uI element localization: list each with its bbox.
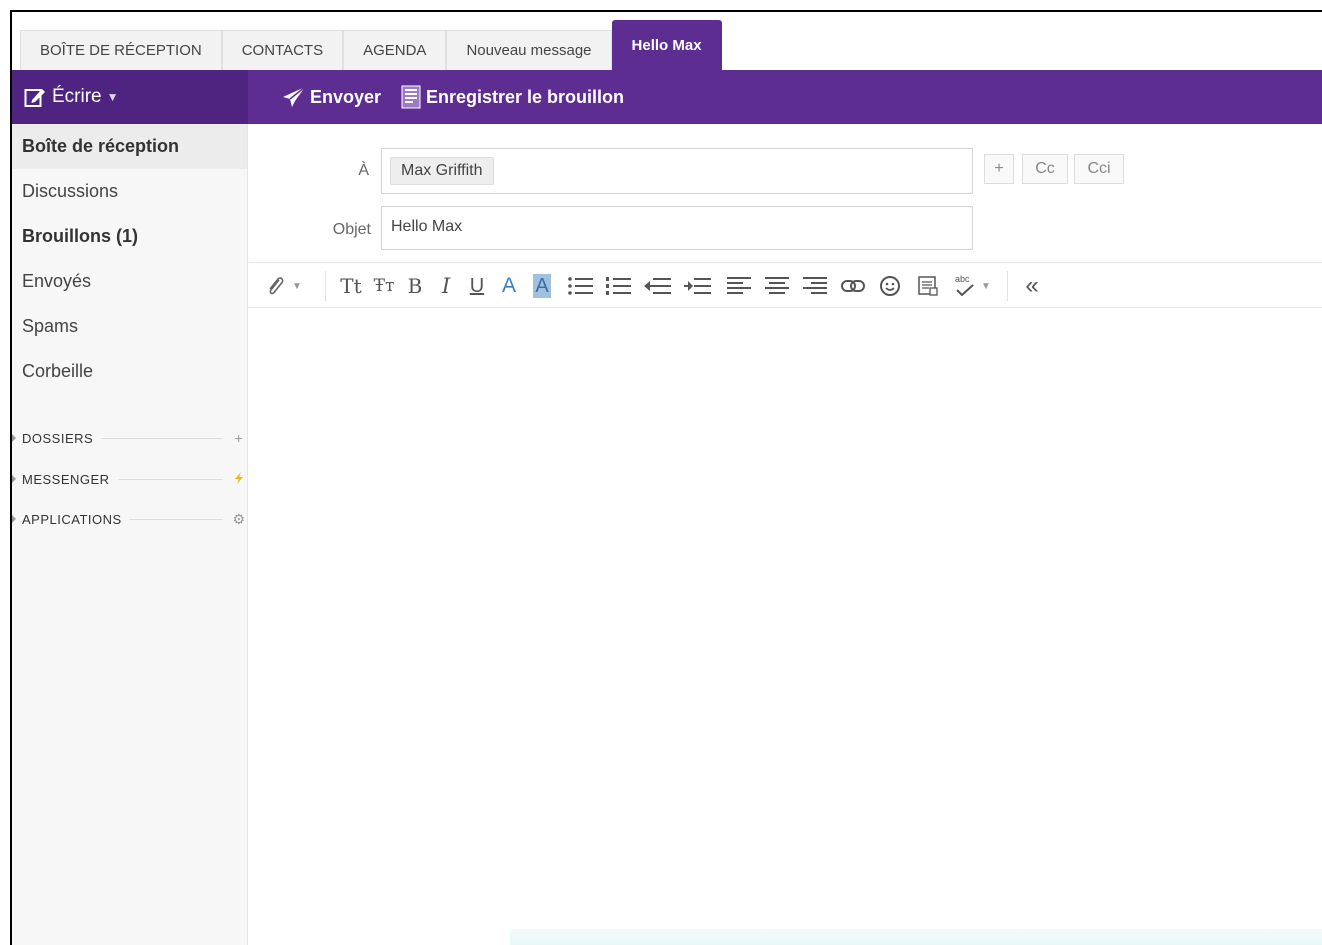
bullet-list-icon[interactable] — [565, 263, 597, 309]
spellcheck-glyph: abc — [955, 274, 970, 284]
action-toolbar: Écrire ▼ Envoyer Enregistrer le brouillo… — [12, 70, 1322, 124]
section-applications[interactable]: APPLICATIONS ⚙ — [12, 509, 248, 529]
send-button[interactable]: Envoyer — [282, 70, 381, 124]
font-family-icon[interactable]: Ŧт — [371, 263, 397, 309]
sidebar-item-spam[interactable]: Spams — [12, 304, 247, 349]
section-applications-label: APPLICATIONS — [22, 511, 122, 527]
section-folders-label: DOSSIERS — [22, 430, 94, 446]
emoji-icon[interactable] — [875, 263, 905, 309]
compose-icon — [24, 89, 45, 107]
spellcheck-icon[interactable]: abc ▼ — [949, 263, 995, 309]
indent-icon[interactable] — [681, 263, 715, 309]
recipient-name: Max Griffith — [401, 162, 483, 179]
add-recipient-button[interactable]: + — [984, 154, 1014, 184]
plus-icon[interactable]: + — [230, 430, 248, 446]
sidebar-item-discussions[interactable]: Discussions — [12, 169, 247, 214]
compose-label: Écrire — [52, 86, 102, 107]
insert-image-icon[interactable] — [913, 263, 943, 309]
subject-field[interactable]: Hello Max — [381, 206, 973, 250]
compose-button[interactable]: Écrire ▼ — [12, 70, 248, 124]
outdent-icon[interactable] — [641, 263, 675, 309]
section-messenger[interactable]: MESSENGER — [12, 469, 248, 489]
mail-app: BOÎTE DE RÉCEPTION CONTACTS AGENDA Nouve… — [10, 10, 1322, 945]
align-center-icon[interactable] — [761, 263, 793, 309]
highlight-color-icon[interactable]: A — [529, 263, 555, 309]
bottom-edge — [510, 929, 1322, 945]
recipient-chip[interactable]: Max Griffith — [390, 157, 494, 185]
collapse-toolbar-icon[interactable]: « — [1017, 263, 1047, 309]
expand-arrow-icon — [12, 515, 16, 523]
compose-pane: À Max Griffith + Cc Cci Objet Hello Max … — [249, 124, 1322, 945]
subject-label: Objet — [332, 221, 371, 238]
send-label: Envoyer — [310, 86, 382, 107]
sidebar-item-drafts[interactable]: Brouillons (1) — [12, 214, 247, 259]
font-size-icon[interactable]: Tt — [337, 263, 365, 309]
tab-agenda[interactable]: AGENDA — [343, 30, 447, 70]
chevron-down-icon: ▼ — [292, 280, 302, 292]
subject-value: Hello Max — [391, 218, 463, 235]
expand-arrow-icon — [12, 475, 16, 483]
attach-icon — [269, 277, 284, 295]
save-draft-icon — [401, 85, 421, 109]
tab-contacts[interactable]: CONTACTS — [221, 30, 344, 70]
chevron-down-icon: ▼ — [981, 280, 991, 292]
lightning-icon[interactable] — [230, 471, 248, 488]
send-icon — [283, 86, 306, 107]
sidebar-item-trash[interactable]: Corbeille — [12, 349, 247, 394]
to-field[interactable]: Max Griffith — [381, 148, 973, 194]
section-folders[interactable]: DOSSIERS + — [12, 428, 248, 448]
align-right-icon[interactable] — [799, 263, 831, 309]
align-left-icon[interactable] — [723, 263, 755, 309]
sidebar: Boîte de réception Discussions Brouillon… — [12, 124, 248, 945]
sidebar-item-sent[interactable]: Envoyés — [12, 259, 247, 304]
save-draft-label: Enregistrer le brouillon — [426, 86, 625, 107]
save-draft-button[interactable]: Enregistrer le brouillon — [400, 70, 624, 124]
cc-button[interactable]: Cc — [1022, 154, 1068, 184]
expand-arrow-icon — [12, 434, 16, 442]
tab-bar: BOÎTE DE RÉCEPTION CONTACTS AGENDA Nouve… — [12, 12, 1322, 70]
editor-toolbar: ▼ Tt Ŧт B I U A A abc ▼ « — [249, 262, 1322, 308]
message-body-editor[interactable] — [249, 308, 1322, 945]
to-label: À — [358, 162, 369, 179]
attach-button[interactable]: ▼ — [259, 263, 307, 309]
link-icon[interactable] — [837, 263, 869, 309]
highlight-glyph: A — [533, 274, 551, 298]
bcc-button[interactable]: Cci — [1074, 154, 1124, 184]
underline-icon[interactable]: U — [465, 263, 489, 309]
bold-icon[interactable]: B — [403, 263, 427, 309]
tab-new-message[interactable]: Nouveau message — [446, 30, 612, 70]
sidebar-item-inbox[interactable]: Boîte de réception — [12, 124, 247, 169]
italic-icon[interactable]: I — [435, 263, 457, 309]
section-messenger-label: MESSENGER — [22, 471, 110, 487]
tab-inbox[interactable]: BOÎTE DE RÉCEPTION — [20, 30, 222, 70]
numbered-list-icon[interactable] — [603, 263, 635, 309]
tab-hello-max[interactable]: Hello Max — [611, 20, 722, 70]
gear-icon[interactable]: ⚙ — [230, 511, 248, 528]
chevron-down-icon: ▼ — [106, 90, 119, 104]
text-color-icon[interactable]: A — [497, 263, 521, 309]
